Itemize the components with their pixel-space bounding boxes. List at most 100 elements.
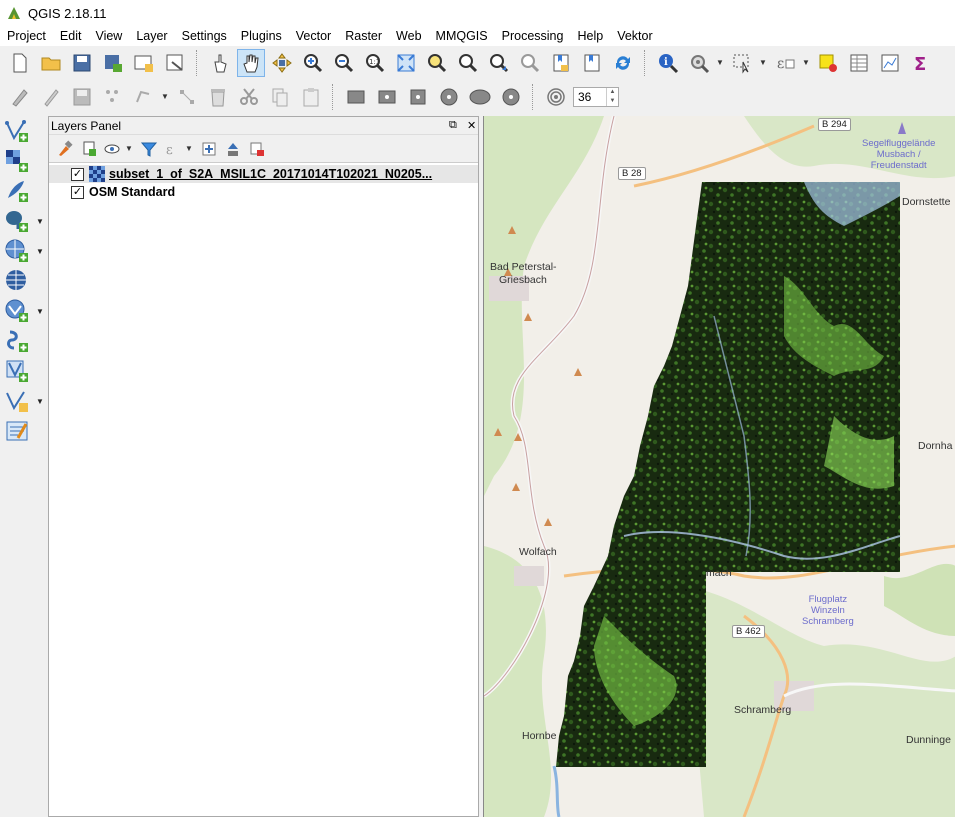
zoom-to-selection-button[interactable] [423,49,451,77]
paste-features-button[interactable] [297,83,325,111]
float-panel-icon[interactable]: ⧉ [449,119,457,132]
map-canvas[interactable]: Bad Peterstal- Griesbach Wolfach Schramb… [483,116,955,817]
composer-manager-button[interactable] [161,49,189,77]
open-project-button[interactable] [37,49,65,77]
open-attribute-table-button[interactable] [845,49,873,77]
chevron-down-icon[interactable]: ▼ [36,247,44,256]
menu-layer[interactable]: Layer [129,26,174,46]
zoom-to-layer-button[interactable] [454,49,482,77]
menu-view[interactable]: View [88,26,129,46]
toggle-editing-button[interactable] [37,83,65,111]
add-raster-layer-button[interactable] [0,146,46,176]
chevron-down-icon[interactable]: ▼ [716,59,724,67]
add-vector-layer-button[interactable] [0,116,46,146]
chevron-down-icon[interactable]: ▼ [36,307,44,316]
menu-project[interactable]: Project [0,26,53,46]
draw-rectangle-button[interactable] [342,83,370,111]
menu-vector[interactable]: Vector [289,26,338,46]
zoom-in-button[interactable] [299,49,327,77]
menu-settings[interactable]: Settings [175,26,234,46]
menu-edit[interactable]: Edit [53,26,89,46]
draw-rectangle-center-button[interactable] [373,83,401,111]
chevron-down-icon[interactable]: ▼ [802,59,810,67]
new-print-composer-button[interactable] [130,49,158,77]
pan-to-selection-button[interactable] [268,49,296,77]
pan-map-button[interactable] [237,49,265,77]
manage-visibility-button[interactable] [101,138,125,160]
zoom-actual-size-button[interactable]: 1:1 [361,49,389,77]
save-as-icon [105,55,122,72]
current-edits-button[interactable] [6,83,34,111]
add-feature-button[interactable] [99,83,127,111]
node-tool-button[interactable] [173,83,201,111]
filter-legend-button[interactable] [137,138,161,160]
save-project-button[interactable] [68,49,96,77]
chevron-down-icon[interactable]: ▼ [125,144,133,153]
menu-vektor[interactable]: Vektor [610,26,659,46]
layer-row-osm[interactable]: ✓ OSM Standard [49,183,478,201]
layer-styling-button[interactable] [53,138,77,160]
close-panel-icon[interactable]: ✕ [467,119,476,132]
field-calculator-button[interactable]: Σ [907,49,935,77]
add-virtual-layer-button[interactable] [0,356,46,386]
filter-by-expression-button[interactable]: ε [161,138,185,160]
identify-features-button[interactable]: i [654,49,682,77]
remove-layer-button[interactable] [245,138,269,160]
draw-square-button[interactable] [404,83,432,111]
spin-arrows-icon[interactable]: ▲ ▼ [606,88,618,106]
rotation-spinbox[interactable]: 36 ▲ ▼ [573,87,619,107]
chevron-down-icon[interactable]: ▼ [759,59,767,67]
delete-selected-button[interactable] [204,83,232,111]
add-delimited-text-button[interactable] [0,326,46,356]
globe-wcs-icon [6,270,26,290]
deselect-features-button[interactable] [814,49,842,77]
select-by-expression-button[interactable]: ε [771,49,799,77]
new-project-button[interactable] [6,49,34,77]
new-shapefile-layer-button[interactable]: ▼ [0,386,46,416]
menu-help[interactable]: Help [570,26,610,46]
save-as-button[interactable] [99,49,127,77]
rotate-tool-button[interactable] [542,83,570,111]
zoom-last-button[interactable] [485,49,513,77]
touch-zoom-button[interactable] [206,49,234,77]
draw-polygon-button[interactable] [497,83,525,111]
expand-all-button[interactable] [197,138,221,160]
add-wfs-layer-button[interactable]: ▼ [0,296,46,326]
add-wcs-layer-button[interactable] [0,266,46,296]
zoom-out-button[interactable] [330,49,358,77]
zoom-full-button[interactable] [392,49,420,77]
move-feature-button[interactable] [130,83,158,111]
run-feature-action-button[interactable] [685,49,713,77]
menu-raster[interactable]: Raster [338,26,389,46]
menu-plugins[interactable]: Plugins [234,26,289,46]
add-wms-layer-button[interactable]: ▼ [0,236,46,266]
chevron-down-icon[interactable]: ▼ [185,144,193,153]
layer-row-raster[interactable]: ✓ subset_1_of_S2A_MSIL1C_20171014T102021… [49,165,478,183]
draw-ellipse-button[interactable] [466,83,494,111]
draw-circle-button[interactable] [435,83,463,111]
save-layer-edits-button[interactable] [68,83,96,111]
chevron-down-icon[interactable]: ▼ [36,397,44,406]
copy-features-button[interactable] [266,83,294,111]
new-bookmark-button[interactable] [547,49,575,77]
refresh-button[interactable] [609,49,637,77]
add-spatialite-layer-button[interactable] [0,176,46,206]
layer-visibility-checkbox[interactable]: ✓ [71,185,84,199]
layer-name[interactable]: OSM Standard [89,185,175,199]
layer-visibility-checkbox[interactable]: ✓ [71,167,84,181]
menu-mmqgis[interactable]: MMQGIS [429,26,495,46]
show-bookmarks-button[interactable] [578,49,606,77]
menu-web[interactable]: Web [389,26,428,46]
open-editor-button[interactable] [0,416,46,446]
add-postgis-layer-button[interactable]: ▼ [0,206,46,236]
select-features-button[interactable] [728,49,756,77]
chevron-down-icon[interactable]: ▼ [161,93,169,101]
add-group-button[interactable] [77,138,101,160]
collapse-all-button[interactable] [221,138,245,160]
menu-processing[interactable]: Processing [495,26,571,46]
layer-name[interactable]: subset_1_of_S2A_MSIL1C_20171014T102021_N… [109,167,432,181]
cut-features-button[interactable] [235,83,263,111]
statistical-summary-button[interactable] [876,49,904,77]
zoom-next-button[interactable] [516,49,544,77]
chevron-down-icon[interactable]: ▼ [36,217,44,226]
